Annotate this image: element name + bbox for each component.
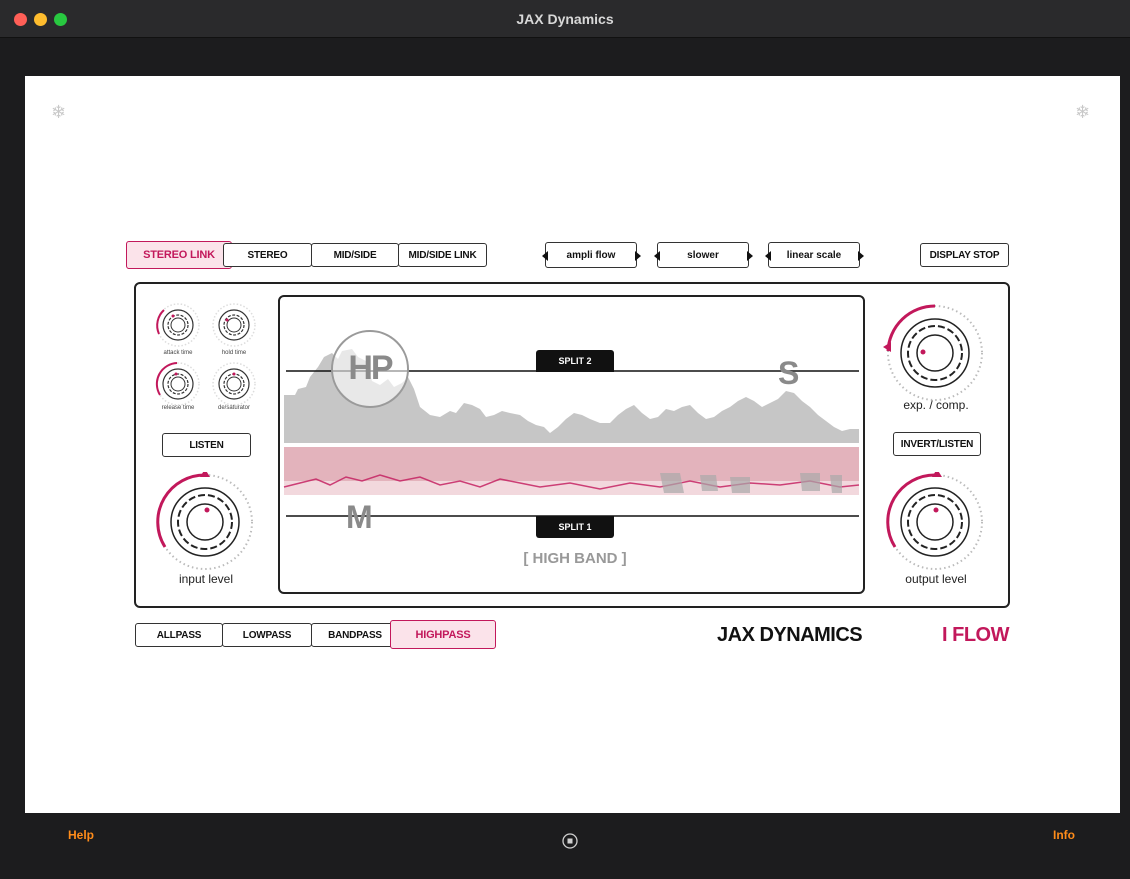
scale-selector[interactable]: linear scale xyxy=(765,242,864,268)
mid-band xyxy=(284,447,859,481)
output-level-label: output level xyxy=(905,572,967,586)
snowflake-icon: ❄ xyxy=(1075,102,1091,122)
input-level-knob[interactable] xyxy=(150,472,262,572)
mid-label: M xyxy=(346,499,373,535)
attack-time-label: attack time xyxy=(163,350,193,356)
hold-time-label: hold time xyxy=(221,350,247,356)
arrow-right-icon[interactable] xyxy=(747,251,753,261)
mid-side-link-button[interactable]: MID/SIDE LINK xyxy=(398,243,487,267)
help-link[interactable]: Help xyxy=(68,828,94,842)
arrow-left-icon[interactable] xyxy=(765,251,771,261)
display-stop-button[interactable]: DISPLAY STOP xyxy=(920,243,1009,267)
stop-icon[interactable] xyxy=(562,833,578,849)
invert-listen-button[interactable]: INVERT/LISTEN xyxy=(893,432,981,456)
arrow-left-icon[interactable] xyxy=(654,251,660,261)
exp-comp-knob[interactable] xyxy=(880,303,990,403)
window-title: JAX Dynamics xyxy=(516,11,614,27)
hold-time-knob[interactable] xyxy=(212,303,256,347)
side-label: S xyxy=(778,355,800,391)
brand-name: JAX DYNAMICS xyxy=(717,624,863,646)
lowpass-button[interactable]: LOWPASS xyxy=(222,623,312,647)
title-bar: JAX Dynamics xyxy=(0,0,1130,38)
split-2-handle[interactable]: SPLIT 2 xyxy=(536,350,614,372)
waveform-view xyxy=(283,330,860,517)
app-window: JAX Dynamics ❄ ❄ STEREO LINK STEREO MID/… xyxy=(0,0,1130,879)
release-time-label: release time xyxy=(161,405,195,411)
highpass-button[interactable]: HIGHPASS xyxy=(390,620,496,649)
stereo-link-button[interactable]: STEREO LINK xyxy=(126,241,232,269)
listen-button[interactable]: LISTEN xyxy=(162,433,251,457)
input-level-label: input level xyxy=(178,572,234,586)
mid-side-button[interactable]: MID/SIDE xyxy=(311,243,399,267)
bandpass-button[interactable]: BANDPASS xyxy=(311,623,399,647)
release-time-knob[interactable] xyxy=(155,362,200,406)
speed-selector[interactable]: slower xyxy=(654,242,753,268)
speed-selector-value: slower xyxy=(687,249,719,261)
desaturator-knob[interactable] xyxy=(212,362,256,406)
arrow-right-icon[interactable] xyxy=(858,251,864,261)
desaturator-label: de/saturator xyxy=(217,405,251,411)
band-label: [ HIGH BAND ] xyxy=(523,550,627,567)
exp-comp-label: exp. / comp. xyxy=(903,398,969,412)
envelope-knobs xyxy=(155,303,256,406)
split-1-handle[interactable]: SPLIT 1 xyxy=(536,516,614,538)
scale-selector-value: linear scale xyxy=(786,249,842,261)
arrow-right-icon[interactable] xyxy=(635,251,641,261)
allpass-button[interactable]: ALLPASS xyxy=(135,623,223,647)
mode-selector[interactable]: ampli flow xyxy=(542,242,641,268)
stereo-button[interactable]: STEREO xyxy=(223,243,312,267)
spectrum-display: HP S M SPLIT 2 SPLIT 1 [ HIGH BAND ] xyxy=(278,295,865,594)
arrow-left-icon[interactable] xyxy=(542,251,548,261)
snowflake-icon: ❄ xyxy=(51,102,67,122)
info-link[interactable]: Info xyxy=(1053,828,1075,842)
product-name: I FLOW xyxy=(942,624,1009,646)
output-level-knob[interactable] xyxy=(880,472,990,572)
filter-badge: HP xyxy=(348,349,393,387)
mode-selector-value: ampli flow xyxy=(566,249,616,261)
attack-time-knob[interactable] xyxy=(156,303,200,347)
